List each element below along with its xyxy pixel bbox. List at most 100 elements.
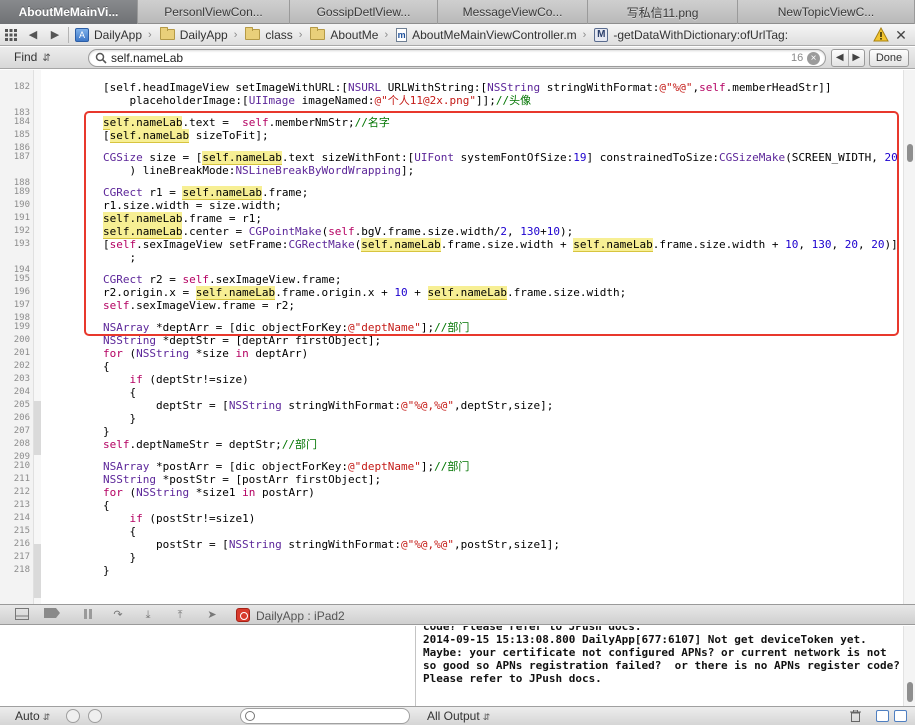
next-match-icon[interactable]: ▶ bbox=[847, 50, 865, 66]
line-number[interactable]: 201 bbox=[0, 347, 30, 360]
done-button[interactable]: Done bbox=[869, 49, 909, 67]
code-line[interactable]: 212 for (NSString *size1 in postArr) bbox=[0, 486, 903, 499]
scrollbar-thumb[interactable] bbox=[907, 144, 913, 162]
trash-icon[interactable] bbox=[850, 710, 861, 722]
code-line[interactable]: 213 { bbox=[0, 499, 903, 512]
line-number[interactable]: 200 bbox=[0, 334, 30, 347]
find-input[interactable] bbox=[111, 51, 761, 65]
console-output[interactable]: code? Please refer to JPush docs. 2014-0… bbox=[417, 626, 903, 706]
step-over-icon[interactable]: ↷ bbox=[110, 608, 126, 622]
line-number[interactable]: 197 bbox=[0, 299, 30, 312]
code-editor[interactable]: 182 [self.headImageView setImageWithURL:… bbox=[0, 70, 915, 604]
variables-view[interactable] bbox=[0, 626, 416, 706]
variables-scope-select[interactable]: Auto ⇵ bbox=[15, 709, 50, 723]
code-line[interactable]: 205 deptStr = [NSString stringWithFormat… bbox=[0, 399, 903, 412]
variables-filter-field[interactable] bbox=[240, 708, 410, 724]
code-line[interactable]: 216 postStr = [NSString stringWithFormat… bbox=[0, 538, 903, 551]
line-number[interactable]: 215 bbox=[0, 525, 30, 538]
line-number[interactable]: 191 bbox=[0, 212, 30, 225]
tab-gossipdetlviewcontroller[interactable]: GossipDetlView... bbox=[290, 0, 438, 24]
line-number[interactable]: 205 bbox=[0, 399, 30, 412]
step-into-icon[interactable]: ⤓ bbox=[140, 608, 156, 622]
warning-icon[interactable] bbox=[873, 26, 889, 43]
editor-scrollbar[interactable] bbox=[903, 70, 915, 604]
line-number[interactable]: 185 bbox=[0, 129, 30, 142]
find-mode-select[interactable]: Find ⇵ bbox=[14, 50, 51, 64]
code-line[interactable]: 206 } bbox=[0, 412, 903, 425]
line-number[interactable]: 217 bbox=[0, 551, 30, 564]
console-scrollbar[interactable] bbox=[903, 626, 915, 706]
code-line[interactable]: 215 { bbox=[0, 525, 903, 538]
tab-aboutmemainviewcontroller[interactable]: AboutMeMainVi... bbox=[0, 0, 138, 24]
line-number[interactable]: 189 bbox=[0, 186, 30, 199]
code-line[interactable]: 203 if (deptStr!=size) bbox=[0, 373, 903, 386]
eye-icon[interactable] bbox=[66, 709, 80, 723]
breadcrumb-dailyapp-folder[interactable]: DailyApp › bbox=[156, 24, 242, 46]
line-number[interactable]: 182 bbox=[0, 81, 30, 94]
grid-icon[interactable] bbox=[0, 24, 22, 46]
breadcrumb-label: DailyApp bbox=[179, 27, 228, 42]
line-number[interactable]: 202 bbox=[0, 360, 30, 373]
code-line[interactable]: 202 { bbox=[0, 360, 903, 373]
tab-siletter-png[interactable]: 写私信11.png bbox=[588, 0, 738, 24]
line-number[interactable]: 218 bbox=[0, 564, 30, 577]
code-line[interactable]: 204 { bbox=[0, 386, 903, 399]
line-number[interactable]: 207 bbox=[0, 425, 30, 438]
close-icon[interactable]: ✕ bbox=[893, 27, 909, 43]
line-number[interactable]: 206 bbox=[0, 412, 30, 425]
line-number[interactable]: 208 bbox=[0, 438, 30, 451]
info-icon[interactable] bbox=[88, 709, 102, 723]
code-line[interactable]: 208 self.deptNameStr = deptStr;//部门 bbox=[0, 438, 903, 451]
step-out-icon[interactable]: ⤒ bbox=[172, 608, 188, 622]
code-line[interactable]: 210 NSArray *postArr = [dic objectForKey… bbox=[0, 460, 903, 473]
line-number[interactable]: 210 bbox=[0, 460, 30, 473]
find-field[interactable]: 16 × bbox=[88, 49, 826, 67]
line-number[interactable]: 211 bbox=[0, 473, 30, 486]
scheme-label[interactable]: DailyApp : iPad2 bbox=[256, 609, 345, 623]
line-number[interactable]: 192 bbox=[0, 225, 30, 238]
line-number[interactable]: 216 bbox=[0, 538, 30, 551]
line-number[interactable]: 193 bbox=[0, 238, 30, 251]
line-number[interactable]: 190 bbox=[0, 199, 30, 212]
code-line[interactable]: 201 for (NSString *size in deptArr) bbox=[0, 347, 903, 360]
breakpoints-icon[interactable] bbox=[44, 608, 60, 622]
code-line[interactable]: 214 if (postStr!=size1) bbox=[0, 512, 903, 525]
line-number[interactable]: 203 bbox=[0, 373, 30, 386]
breadcrumb-class-folder[interactable]: class › bbox=[241, 24, 306, 46]
line-number[interactable]: 214 bbox=[0, 512, 30, 525]
line-number[interactable]: 184 bbox=[0, 116, 30, 129]
output-filter-select[interactable]: All Output ⇵ bbox=[427, 709, 490, 723]
previous-match-icon[interactable]: ◀ bbox=[832, 50, 848, 66]
line-number[interactable]: 204 bbox=[0, 386, 30, 399]
tab-personlviewcontroller[interactable]: PersonlViewCon... bbox=[138, 0, 290, 24]
clear-search-icon[interactable]: × bbox=[807, 52, 820, 65]
breadcrumb-method[interactable]: M -getDataWithDictionary:ofUrlTag: bbox=[590, 24, 792, 46]
code-line[interactable]: 217 } bbox=[0, 551, 903, 564]
hide-debug-area-icon[interactable] bbox=[14, 608, 30, 622]
back-arrow-icon[interactable]: ◀ bbox=[22, 24, 44, 46]
code-line[interactable]: placeholderImage:[UIImage imageNamed:@"个… bbox=[0, 94, 903, 107]
breadcrumb-aboutme-folder[interactable]: AboutMe › bbox=[306, 24, 392, 46]
line-number[interactable]: 187 bbox=[0, 151, 30, 164]
line-number[interactable]: 212 bbox=[0, 486, 30, 499]
pause-icon[interactable] bbox=[80, 608, 96, 622]
line-number[interactable]: 199 bbox=[0, 321, 30, 334]
code-line[interactable]: 218 } bbox=[0, 564, 903, 577]
show-console-pane-icon[interactable] bbox=[894, 710, 907, 722]
breadcrumb-dailyapp-project[interactable]: A DailyApp › bbox=[71, 24, 156, 46]
location-icon[interactable]: ➤ bbox=[204, 608, 220, 622]
line-number[interactable]: 213 bbox=[0, 499, 30, 512]
line-number[interactable]: 196 bbox=[0, 286, 30, 299]
breadcrumb-file[interactable]: m AboutMeMainViewController.m › bbox=[392, 24, 590, 46]
show-variables-pane-icon[interactable] bbox=[876, 710, 889, 722]
tab-messageviewcontroller[interactable]: MessageViewCo... bbox=[438, 0, 588, 24]
forward-arrow-icon[interactable]: ▶ bbox=[44, 24, 66, 46]
line-number[interactable]: 195 bbox=[0, 273, 30, 286]
code-text: [self.headImageView setImageWithURL:[NSU… bbox=[50, 81, 832, 94]
code-line[interactable]: 211 NSString *postStr = [postArr firstOb… bbox=[0, 473, 903, 486]
tab-newtopicviewcontroller[interactable]: NewTopicViewC... bbox=[738, 0, 915, 24]
code-line[interactable]: 207 } bbox=[0, 425, 903, 438]
code-line[interactable]: 182 [self.headImageView setImageWithURL:… bbox=[0, 81, 903, 94]
scrollbar-thumb[interactable] bbox=[907, 682, 913, 702]
code-text: NSArray *postArr = [dic objectForKey:@"d… bbox=[50, 460, 469, 473]
